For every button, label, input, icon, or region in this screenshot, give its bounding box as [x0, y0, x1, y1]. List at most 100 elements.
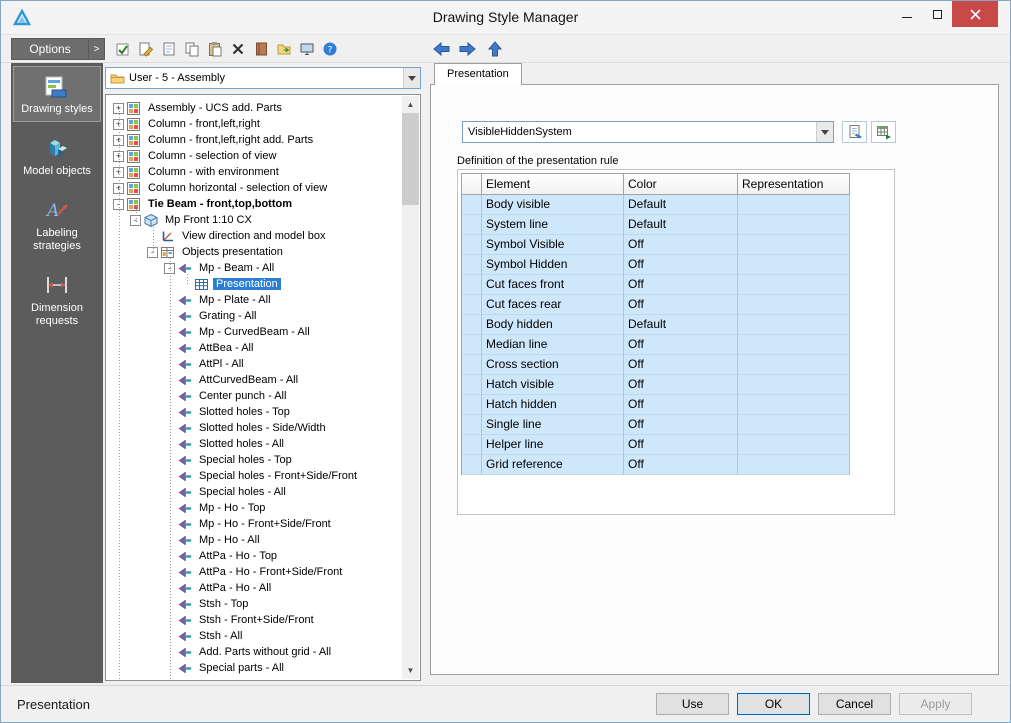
tree-node[interactable]: Mp - CurvedBeam - All — [107, 324, 402, 340]
row-selector-cell[interactable] — [462, 395, 482, 415]
table-cell[interactable] — [738, 455, 850, 475]
binder-icon[interactable] — [251, 39, 270, 58]
tree-node[interactable]: Presentation — [107, 276, 402, 292]
table-cell[interactable]: Cut faces front — [482, 275, 624, 295]
table-cell[interactable] — [738, 355, 850, 375]
row-selector-cell[interactable] — [462, 335, 482, 355]
maximize-button[interactable] — [922, 1, 952, 27]
table-cell[interactable]: Off — [624, 355, 738, 375]
table-cell[interactable]: Median line — [482, 335, 624, 355]
minimize-button[interactable] — [892, 1, 922, 27]
cancel-button[interactable]: Cancel — [818, 693, 891, 715]
close-button[interactable] — [952, 1, 998, 27]
tree-node[interactable]: Grating - All — [107, 308, 402, 324]
tree-node[interactable]: +Column - front,left,right add. Parts — [107, 132, 402, 148]
tree-node[interactable]: AttPl - All — [107, 356, 402, 372]
checkbox-icon[interactable] — [113, 39, 132, 58]
style-group-combo[interactable]: User - 5 - Assembly — [105, 67, 421, 89]
table-cell[interactable] — [738, 435, 850, 455]
table-cell[interactable]: Symbol Hidden — [482, 255, 624, 275]
table-cell[interactable]: Hatch visible — [482, 375, 624, 395]
table-cell[interactable] — [738, 275, 850, 295]
table-cell[interactable] — [738, 295, 850, 315]
rule-combo[interactable]: VisibleHiddenSystem — [462, 121, 834, 143]
row-selector-cell[interactable] — [462, 235, 482, 255]
tree-node[interactable]: +Column - front,left,right — [107, 116, 402, 132]
row-selector-cell[interactable] — [462, 455, 482, 475]
tree-node[interactable]: -Mp Front 1:10 CX — [107, 212, 402, 228]
tree-node[interactable]: AttCurvedBeam - All — [107, 372, 402, 388]
table-cell[interactable]: Cross section — [482, 355, 624, 375]
tree-node[interactable]: AttPa - Ho - All — [107, 580, 402, 596]
rule-combo-dropdown-button[interactable] — [816, 122, 833, 142]
sidebar-item-labeling-strategies[interactable]: A Labeling strategies — [13, 190, 101, 259]
table-cell[interactable]: Helper line — [482, 435, 624, 455]
table-cell[interactable] — [738, 215, 850, 235]
table-cell[interactable] — [738, 195, 850, 215]
tree-node[interactable]: AttPa - Ho - Front+Side/Front — [107, 564, 402, 580]
row-selector-cell[interactable] — [462, 275, 482, 295]
back-icon[interactable] — [431, 40, 451, 57]
tree-node[interactable]: AttPa - Ho - Top — [107, 548, 402, 564]
tree-node[interactable]: +Column horizontal - selection of view — [107, 180, 402, 196]
table-cell[interactable] — [738, 315, 850, 335]
table-cell[interactable]: Cut faces rear — [482, 295, 624, 315]
row-selector-cell[interactable] — [462, 355, 482, 375]
table-cell[interactable]: Off — [624, 295, 738, 315]
paste-icon[interactable] — [205, 39, 224, 58]
tree-node[interactable]: Stsh - All — [107, 628, 402, 644]
up-icon[interactable] — [485, 40, 505, 57]
tree-node[interactable]: -Tie Beam - front,top,bottom — [107, 196, 402, 212]
table-cell[interactable] — [738, 415, 850, 435]
row-selector-cell[interactable] — [462, 375, 482, 395]
table-cell[interactable] — [738, 235, 850, 255]
ok-button[interactable]: OK — [737, 693, 810, 715]
tree-node[interactable]: Mp - Ho - Top — [107, 500, 402, 516]
table-cell[interactable] — [738, 375, 850, 395]
table-cell[interactable]: Off — [624, 335, 738, 355]
tab-presentation[interactable]: Presentation — [434, 63, 522, 85]
tree-node[interactable]: Stsh - Top — [107, 596, 402, 612]
tree-node[interactable]: Slotted holes - All — [107, 436, 402, 452]
tree-node[interactable]: -Mp - Beam - All — [107, 260, 402, 276]
tree-node[interactable]: Special parts - All — [107, 660, 402, 676]
rule-select-button[interactable] — [871, 121, 896, 143]
table-cell[interactable]: Default — [624, 195, 738, 215]
tree-node[interactable]: Special holes - Top — [107, 452, 402, 468]
sidebar-item-drawing-styles[interactable]: Drawing styles — [13, 66, 101, 122]
table-cell[interactable]: Off — [624, 395, 738, 415]
table-cell[interactable]: Single line — [482, 415, 624, 435]
table-cell[interactable]: Default — [624, 215, 738, 235]
table-cell[interactable]: Off — [624, 375, 738, 395]
table-cell[interactable]: Off — [624, 255, 738, 275]
tree-node[interactable]: Mp - Ho - Front+Side/Front — [107, 516, 402, 532]
delete-icon[interactable] — [228, 39, 247, 58]
tree-node[interactable]: +Assembly - UCS add. Parts — [107, 100, 402, 116]
table-cell[interactable]: Body hidden — [482, 315, 624, 335]
row-selector-cell[interactable] — [462, 295, 482, 315]
tree-node[interactable]: Mp - Plate - All — [107, 292, 402, 308]
tree-node[interactable]: -Objects presentation — [107, 244, 402, 260]
table-cell[interactable]: Off — [624, 455, 738, 475]
tree-node[interactable]: View direction and model box — [107, 228, 402, 244]
table-cell[interactable]: System line — [482, 215, 624, 235]
tree-node[interactable]: Special holes - Front+Side/Front — [107, 468, 402, 484]
table-cell[interactable]: Hatch hidden — [482, 395, 624, 415]
tree-node[interactable]: Special holes - All — [107, 484, 402, 500]
use-button[interactable]: Use — [656, 693, 729, 715]
row-selector-cell[interactable] — [462, 255, 482, 275]
scroll-up-button[interactable]: ▲ — [402, 96, 419, 113]
row-selector-cell[interactable] — [462, 415, 482, 435]
table-cell[interactable]: Default — [624, 315, 738, 335]
edit-page-icon[interactable] — [136, 39, 155, 58]
tree-node[interactable]: Stsh - Front+Side/Front — [107, 612, 402, 628]
row-selector-cell[interactable] — [462, 315, 482, 335]
sidebar-item-model-objects[interactable]: Model objects — [13, 128, 101, 184]
options-expand-button[interactable]: > — [89, 38, 105, 60]
options-button[interactable]: Options — [11, 38, 89, 60]
tree-node[interactable]: Weldings - All — [107, 676, 402, 679]
rule-edit-button[interactable] — [842, 121, 867, 143]
tree-node[interactable]: Mp - Ho - All — [107, 532, 402, 548]
tree-node[interactable]: +Column - selection of view — [107, 148, 402, 164]
sidebar-item-dimension-requests[interactable]: Dimension requests — [13, 265, 101, 334]
